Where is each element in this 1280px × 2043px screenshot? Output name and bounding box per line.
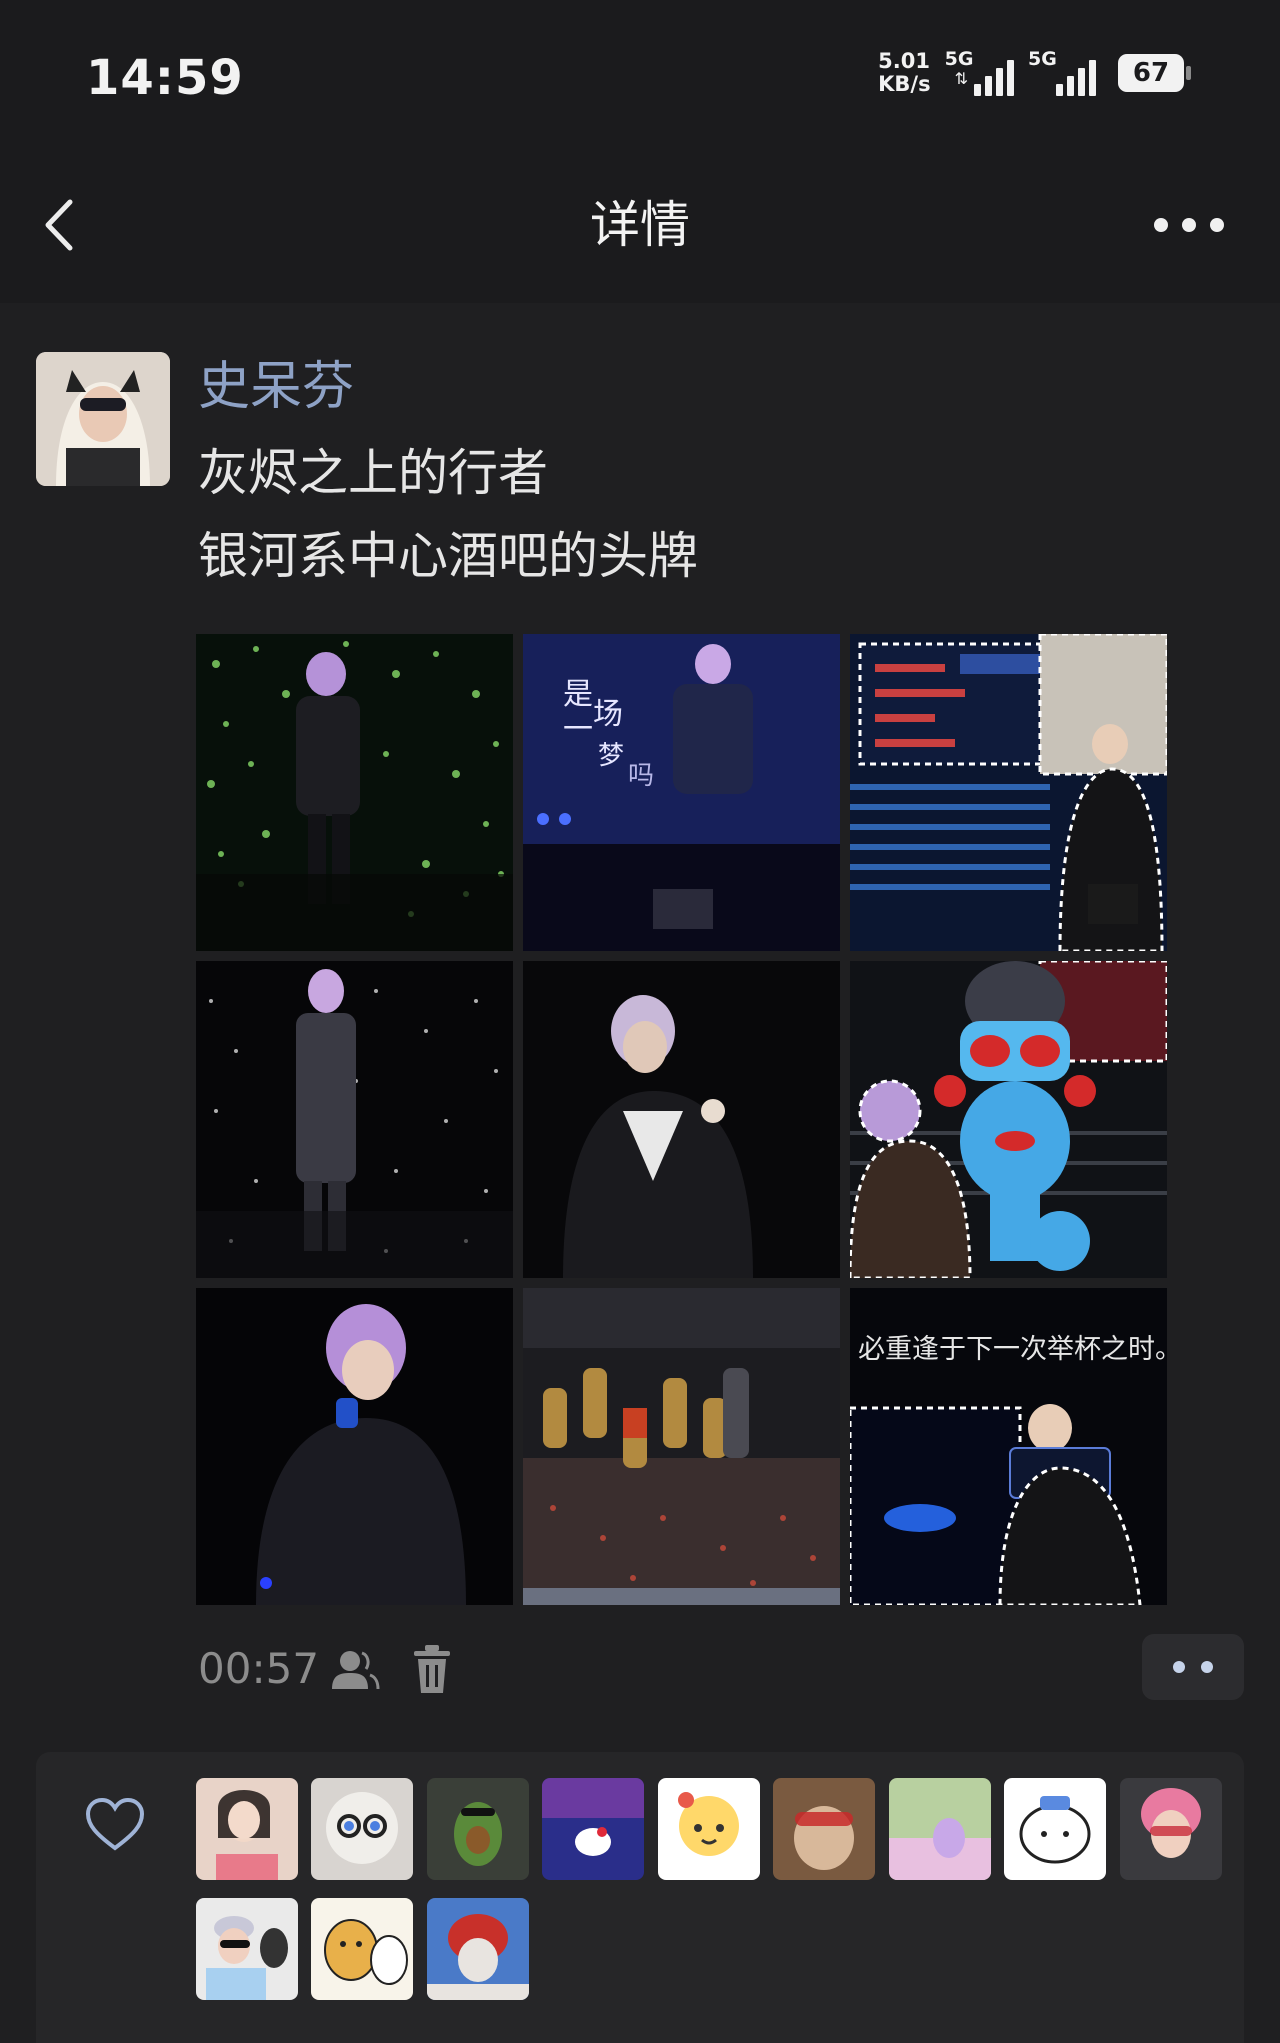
photo-thumbnail[interactable]: 是 一 场 梦 吗 bbox=[523, 634, 840, 951]
liker-avatar[interactable] bbox=[311, 1898, 413, 2000]
signal-1-icon: 5G ⇅ bbox=[945, 48, 1014, 96]
photo-overlay-text: 必重逢于下一次举杯之时。 bbox=[858, 1334, 1167, 1365]
liker-avatar[interactable] bbox=[196, 1778, 298, 1880]
svg-text:梦: 梦 bbox=[598, 741, 624, 771]
net-speed-value: 5.01 bbox=[878, 49, 930, 73]
dot-icon bbox=[1201, 1661, 1213, 1673]
net-speed-unit: KB/s bbox=[878, 72, 931, 96]
svg-text:场: 场 bbox=[593, 697, 623, 732]
post-time: 00:57 bbox=[198, 1644, 320, 1693]
more-options-button[interactable] bbox=[1154, 205, 1224, 245]
battery-icon: 67 bbox=[1118, 54, 1191, 92]
status-time: 14:59 bbox=[86, 50, 244, 106]
author-name[interactable]: 史呆芬 bbox=[198, 352, 354, 422]
liker-avatar[interactable] bbox=[658, 1778, 760, 1880]
status-bar: 14:59 5.01 KB/s 5G ⇅ 5G 67 bbox=[0, 0, 1280, 160]
battery-level: 67 bbox=[1132, 58, 1170, 88]
avatar-image bbox=[36, 352, 170, 486]
photo-thumbnail[interactable]: 必重逢于下一次举杯之时。 bbox=[850, 1288, 1167, 1605]
liker-avatar[interactable] bbox=[889, 1778, 991, 1880]
comment-like-button[interactable] bbox=[1142, 1634, 1244, 1700]
signal-2-icon: 5G bbox=[1028, 48, 1096, 96]
status-icons: 5.01 KB/s 5G ⇅ 5G 67 bbox=[878, 48, 1191, 96]
liker-avatar[interactable] bbox=[773, 1778, 875, 1880]
svg-text:一: 一 bbox=[563, 712, 593, 747]
author-avatar[interactable] bbox=[36, 352, 170, 486]
dot-icon bbox=[1182, 218, 1196, 232]
page-title: 详情 bbox=[590, 196, 690, 254]
liker-avatar[interactable] bbox=[1120, 1778, 1222, 1880]
visibility-person-icon bbox=[332, 1651, 380, 1690]
photo-thumbnail[interactable] bbox=[850, 961, 1167, 1278]
photo-thumbnail[interactable] bbox=[523, 1288, 840, 1605]
dot-icon bbox=[1210, 218, 1224, 232]
dot-icon bbox=[1173, 1661, 1185, 1673]
photo-thumbnail[interactable] bbox=[850, 634, 1167, 951]
net-speed: 5.01 KB/s bbox=[878, 50, 930, 96]
heart-icon bbox=[85, 1797, 145, 1851]
liker-avatar[interactable] bbox=[311, 1778, 413, 1880]
svg-text:吗: 吗 bbox=[628, 761, 654, 791]
photo-overlay-text: 是 bbox=[563, 677, 593, 712]
photo-thumbnail[interactable] bbox=[196, 1288, 513, 1605]
post-text-line: 银河系中心酒吧的头牌 bbox=[198, 527, 698, 585]
liker-avatar[interactable] bbox=[542, 1778, 644, 1880]
liker-avatar[interactable] bbox=[196, 1898, 298, 2000]
photo-thumbnail[interactable] bbox=[196, 961, 513, 1278]
dot-icon bbox=[1154, 218, 1168, 232]
photo-thumbnail[interactable] bbox=[196, 634, 513, 951]
liker-avatar[interactable] bbox=[427, 1898, 529, 2000]
liker-avatar[interactable] bbox=[1004, 1778, 1106, 1880]
liker-avatar[interactable] bbox=[427, 1778, 529, 1880]
delete-trash-icon[interactable] bbox=[410, 1643, 454, 1695]
post-text-line: 灰烬之上的行者 bbox=[198, 444, 548, 502]
photo-grid: 是 一 场 梦 吗 必重逢于下一次举杯之时。 bbox=[196, 634, 1168, 1606]
photo-thumbnail[interactable] bbox=[523, 961, 840, 1278]
